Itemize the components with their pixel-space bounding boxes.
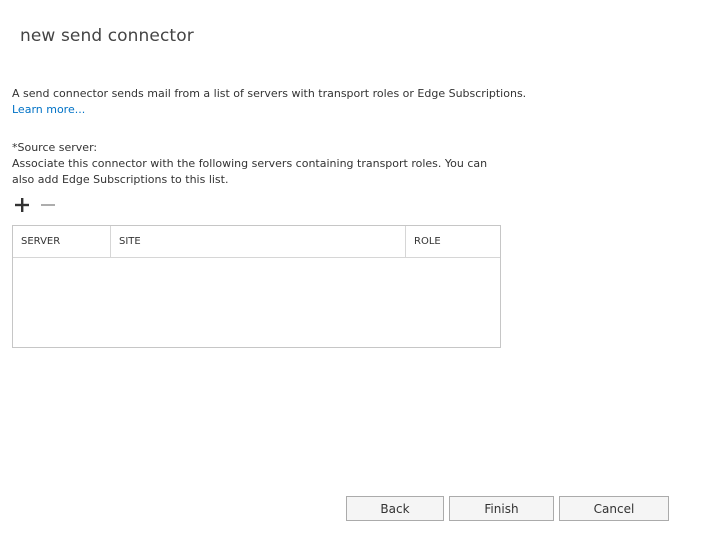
server-list-toolbar xyxy=(13,196,57,214)
source-server-label: *Source server: xyxy=(12,141,98,154)
remove-server-button[interactable] xyxy=(39,196,57,214)
plus-icon xyxy=(15,198,29,212)
minus-icon xyxy=(41,204,55,206)
back-button[interactable]: Back xyxy=(346,496,444,521)
column-header-server[interactable]: SERVER xyxy=(13,226,111,257)
table-body[interactable] xyxy=(13,258,500,348)
source-server-description: Associate this connector with the follow… xyxy=(12,157,488,186)
add-server-button[interactable] xyxy=(13,196,31,214)
intro-section: A send connector sends mail from a list … xyxy=(12,86,526,118)
column-header-site[interactable]: SITE xyxy=(111,226,406,257)
page-title: new send connector xyxy=(20,26,194,46)
intro-text: A send connector sends mail from a list … xyxy=(12,87,527,100)
cancel-button[interactable]: Cancel xyxy=(559,496,669,521)
table-header: SERVER SITE ROLE xyxy=(13,226,500,258)
source-server-table: SERVER SITE ROLE xyxy=(12,225,501,348)
finish-button[interactable]: Finish xyxy=(449,496,554,521)
column-header-role[interactable]: ROLE xyxy=(406,226,500,257)
learn-more-link[interactable]: Learn more... xyxy=(12,102,526,118)
